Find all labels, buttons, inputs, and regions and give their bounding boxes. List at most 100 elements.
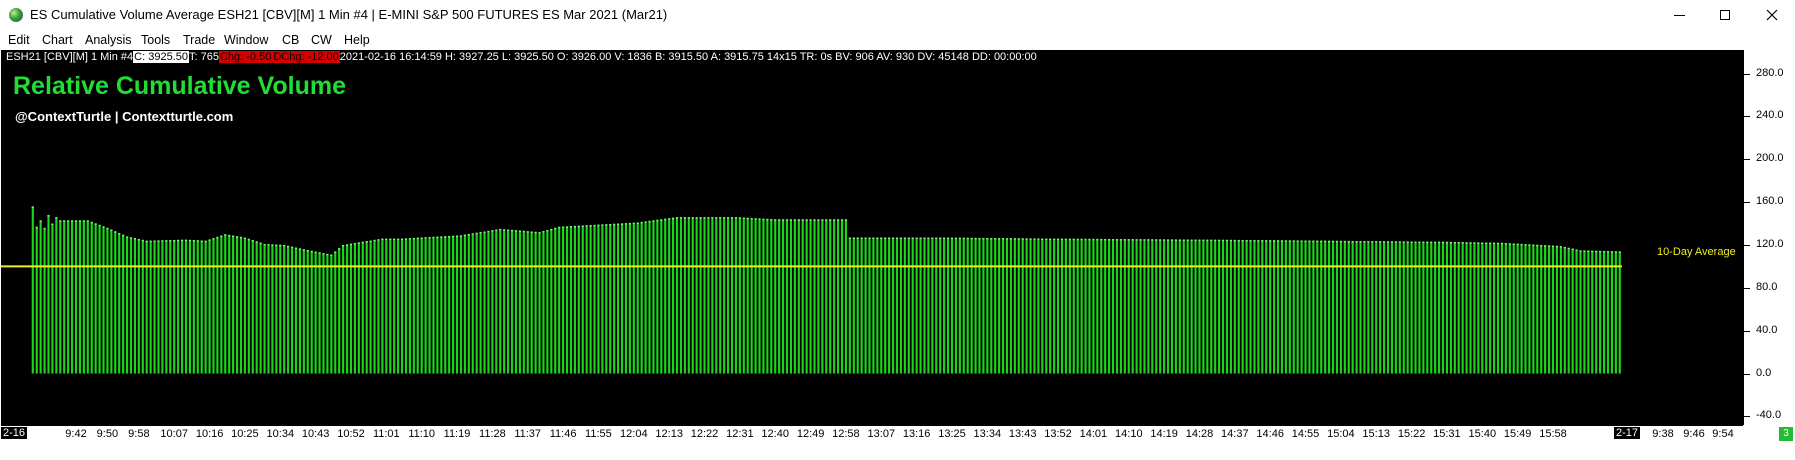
volume-bar-top bbox=[1064, 238, 1067, 241]
price-tick-mark bbox=[1744, 202, 1750, 204]
volume-bar bbox=[1249, 240, 1252, 374]
volume-bar bbox=[1606, 251, 1610, 374]
volume-bar-top bbox=[1284, 240, 1287, 242]
volume-bar-top bbox=[1359, 241, 1362, 243]
volume-bar bbox=[1379, 241, 1382, 374]
volume-bar-top bbox=[966, 237, 969, 240]
volume-bar-top bbox=[290, 246, 294, 249]
volume-bar bbox=[420, 237, 423, 374]
volume-bar bbox=[1328, 240, 1331, 374]
volume-bar bbox=[1025, 238, 1028, 374]
volume-bar bbox=[424, 237, 427, 374]
time-axis[interactable]: 2-16 2-17 9:42 9:50 9:58 10:07 10:16 10:25 10:… bbox=[1, 425, 1743, 460]
volume-bar-top bbox=[1096, 238, 1099, 241]
volume-bar-top bbox=[310, 250, 313, 253]
volume-bar-top bbox=[1375, 241, 1378, 243]
volume-bar bbox=[243, 237, 246, 374]
volume-bar-top bbox=[1473, 242, 1476, 244]
volume-bar bbox=[915, 237, 918, 374]
volume-bar-top bbox=[1163, 239, 1166, 241]
volume-bar-top bbox=[137, 239, 140, 241]
volume-bar-top bbox=[1304, 240, 1307, 243]
menu-analysis[interactable]: Analysis bbox=[85, 33, 132, 47]
minimize-button[interactable] bbox=[1656, 0, 1702, 30]
maximize-button[interactable] bbox=[1702, 0, 1748, 30]
time-tick-label: 14:55 bbox=[1291, 428, 1320, 440]
volume-bar-top bbox=[1147, 239, 1150, 241]
menu-tools[interactable]: Tools bbox=[141, 33, 170, 47]
volume-bar-top bbox=[872, 237, 875, 239]
volume-bar-top bbox=[801, 219, 804, 221]
volume-bar-top bbox=[1469, 242, 1472, 244]
volume-bar bbox=[78, 220, 82, 374]
volume-bar-top bbox=[1599, 250, 1602, 253]
volume-bar bbox=[1088, 238, 1091, 374]
volume-bar bbox=[1343, 240, 1346, 374]
volume-bar bbox=[377, 239, 380, 374]
volume-bar bbox=[1394, 241, 1397, 374]
volume-bar-top bbox=[833, 219, 836, 221]
volume-bar-top bbox=[43, 227, 46, 230]
volume-bar-top bbox=[1422, 241, 1425, 244]
volume-bar bbox=[302, 249, 305, 374]
volume-bar bbox=[888, 237, 891, 374]
menu-window[interactable]: Window bbox=[224, 33, 268, 47]
menu-edit[interactable]: Edit bbox=[8, 33, 30, 47]
volume-bar bbox=[479, 232, 482, 374]
menu-cw[interactable]: CW bbox=[311, 33, 332, 47]
chart-plot-area[interactable]: ESH21 [CBV][M] 1 Min #4 C: 3925.50 T: 76… bbox=[1, 50, 1743, 425]
price-tick-mark bbox=[1744, 116, 1750, 118]
menu-chart[interactable]: Chart bbox=[42, 33, 73, 47]
volume-bar-top bbox=[448, 236, 451, 238]
volume-bar-top bbox=[1135, 239, 1138, 241]
volume-bar bbox=[844, 219, 848, 374]
volume-bar bbox=[617, 223, 620, 374]
price-tick-mark bbox=[1744, 416, 1750, 418]
volume-bar bbox=[1441, 241, 1445, 374]
volume-bar bbox=[1324, 240, 1327, 374]
volume-bar-top bbox=[420, 237, 423, 239]
volume-bar-top bbox=[734, 217, 738, 219]
volume-bar-top bbox=[990, 238, 993, 240]
volume-bar bbox=[687, 217, 690, 374]
volume-bar bbox=[1284, 240, 1287, 374]
volume-bar bbox=[212, 238, 215, 374]
volume-bar bbox=[597, 224, 600, 374]
volume-bar bbox=[1363, 241, 1366, 374]
volume-bar bbox=[601, 224, 604, 374]
volume-bar bbox=[1206, 239, 1209, 374]
volume-bar bbox=[397, 238, 400, 374]
volume-bar-top bbox=[1563, 246, 1566, 249]
volume-bar bbox=[668, 218, 671, 374]
volume-bar-top bbox=[1551, 245, 1555, 248]
volume-bar-top bbox=[455, 235, 459, 238]
volume-bar-top bbox=[1033, 238, 1036, 240]
volume-bar bbox=[448, 236, 451, 374]
volume-bar-top bbox=[719, 217, 722, 219]
volume-bar-top bbox=[1296, 240, 1299, 242]
volume-bar-top bbox=[106, 227, 109, 230]
volume-bar-top bbox=[432, 236, 435, 239]
volume-bar-top bbox=[836, 219, 840, 221]
app-globe-icon bbox=[9, 8, 23, 22]
volume-bar-top bbox=[1434, 241, 1437, 244]
volume-bar-top bbox=[656, 219, 659, 222]
volume-bar bbox=[118, 233, 121, 374]
volume-bar bbox=[55, 217, 58, 374]
menu-help[interactable]: Help bbox=[344, 33, 370, 47]
volume-bar bbox=[169, 240, 172, 374]
menu-trade[interactable]: Trade bbox=[183, 33, 215, 47]
volume-bar bbox=[1457, 242, 1460, 374]
volume-bar bbox=[1214, 239, 1217, 374]
close-button[interactable] bbox=[1749, 0, 1795, 30]
volume-bar-top bbox=[711, 217, 714, 219]
volume-bar bbox=[982, 237, 985, 374]
volume-bar-top bbox=[180, 239, 184, 242]
volume-bar-top bbox=[1159, 239, 1162, 241]
price-axis[interactable]: 280.0 240.0 200.0 160.0 120.0 80.0 40.0 0.0 -40.… bbox=[1743, 50, 1795, 425]
volume-bar-top bbox=[632, 222, 635, 225]
volume-bar bbox=[723, 217, 726, 374]
volume-bar-top bbox=[821, 219, 824, 221]
volume-bar-top bbox=[554, 227, 557, 230]
menu-cb[interactable]: CB bbox=[282, 33, 299, 47]
